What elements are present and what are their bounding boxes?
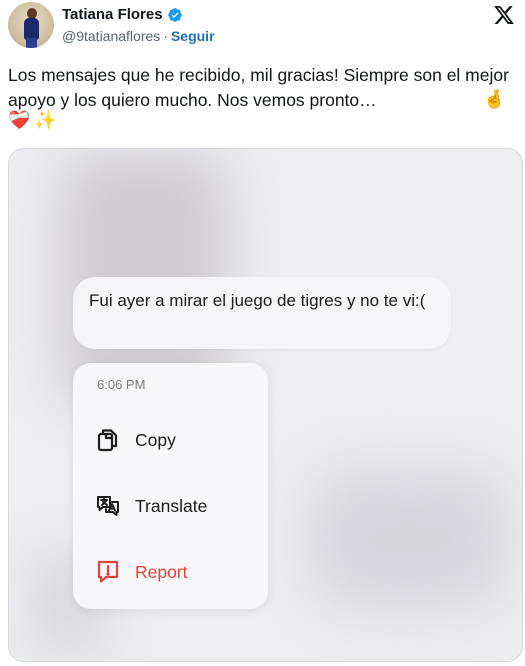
report-icon bbox=[97, 560, 119, 583]
crossed-fingers-emoji: 🤞 bbox=[483, 89, 506, 109]
copy-icon bbox=[97, 429, 118, 452]
follow-button[interactable]: Seguir bbox=[171, 28, 215, 44]
mending-heart-emoji: ❤️‍🩹 bbox=[8, 110, 31, 130]
avatar[interactable] bbox=[8, 2, 54, 48]
verified-badge-icon bbox=[167, 7, 182, 22]
emoji-line: ❤️‍🩹 ✨ bbox=[8, 110, 57, 131]
message-text: Fui ayer a mirar el juego de tigres y no… bbox=[89, 291, 426, 310]
x-logo-icon[interactable] bbox=[493, 4, 515, 26]
separator-dot: · bbox=[163, 28, 168, 44]
message-time: 6:06 PM bbox=[97, 377, 146, 392]
author-handle[interactable]: @9tatianaflores bbox=[62, 28, 160, 44]
context-menu: 6:06 PM Copy Translate Report bbox=[73, 363, 268, 609]
media-image[interactable]: Fui ayer a mirar el juego de tigres y no… bbox=[8, 148, 523, 662]
translate-menu-item[interactable]: Translate bbox=[95, 493, 207, 519]
tweet-header: Tatiana Flores @9tatianaflores · Seguir bbox=[8, 0, 517, 52]
copy-menu-item[interactable]: Copy bbox=[95, 427, 176, 453]
author-name-row: Tatiana Flores bbox=[62, 6, 183, 23]
copy-label: Copy bbox=[135, 429, 176, 450]
handle-row: @9tatianaflores · Seguir bbox=[62, 28, 215, 44]
tweet-text: Los mensajes que he recibido, mil gracia… bbox=[8, 63, 518, 113]
report-label: Report bbox=[135, 561, 188, 582]
author-name[interactable]: Tatiana Flores bbox=[62, 6, 163, 23]
tweet-body: Los mensajes que he recibido, mil gracia… bbox=[8, 65, 509, 110]
translate-icon bbox=[97, 496, 119, 516]
sparkles-emoji: ✨ bbox=[34, 110, 57, 130]
message-bubble: Fui ayer a mirar el juego de tigres y no… bbox=[73, 277, 451, 349]
translate-label: Translate bbox=[135, 495, 208, 516]
report-menu-item[interactable]: Report bbox=[95, 559, 188, 585]
